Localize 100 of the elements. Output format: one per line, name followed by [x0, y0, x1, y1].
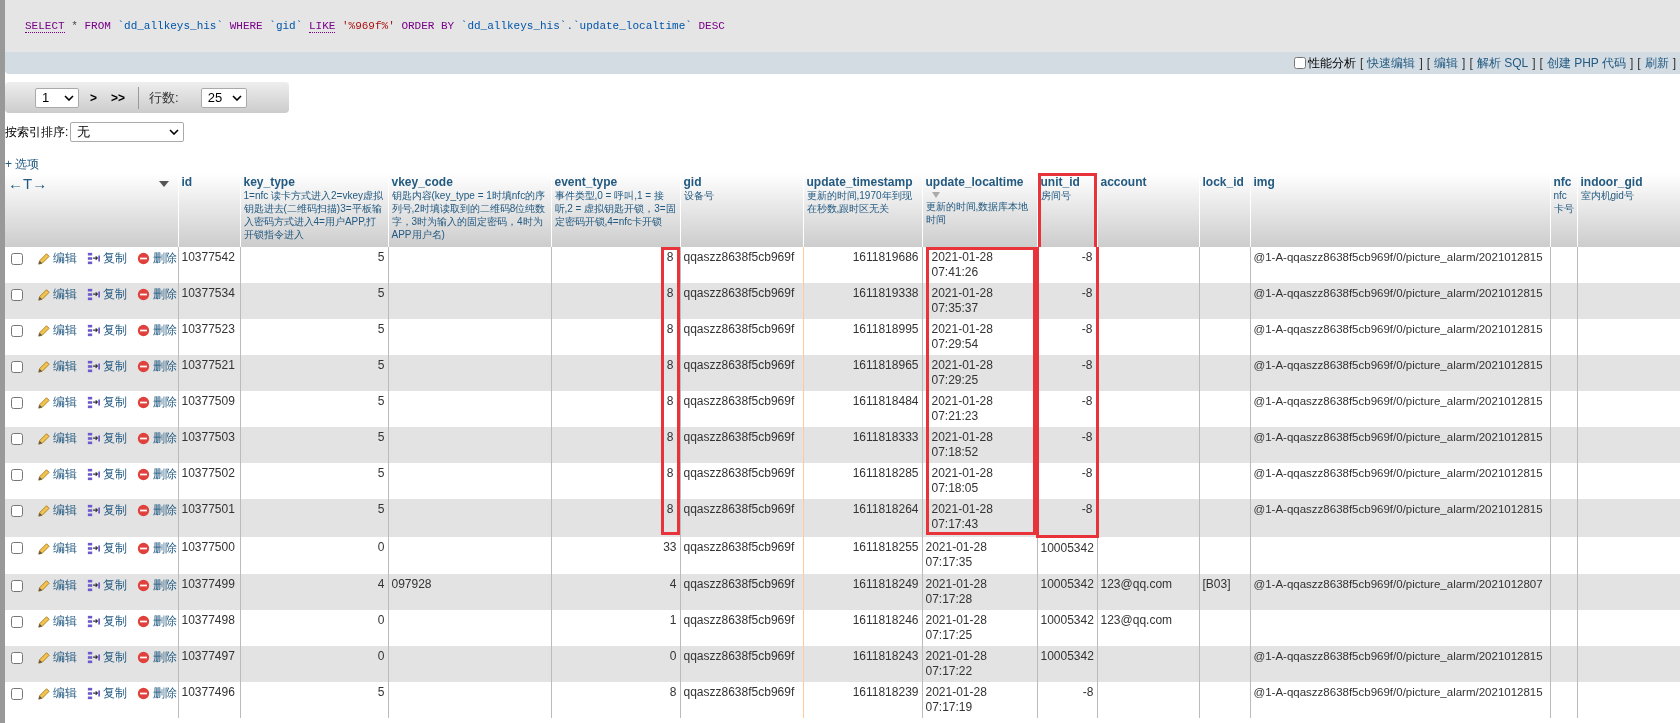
table-cell: @1-A-qqaszz8638f5cb969f/0/picture_alarm/2021012815	[1253, 467, 1543, 479]
edit-button[interactable]: 编辑	[37, 466, 77, 483]
bracket-text: [	[1426, 56, 1431, 70]
toolbar-link[interactable]: 解析 SQL	[1476, 54, 1529, 72]
copy-button[interactable]: 复制	[87, 685, 127, 702]
column-title[interactable]: update_timestamp	[806, 175, 913, 189]
column-title[interactable]: vkey_code	[391, 175, 453, 189]
table-cell: 5	[377, 358, 385, 372]
edit-button[interactable]: 编辑	[37, 394, 77, 411]
delete-button[interactable]: 删除	[137, 322, 177, 339]
copy-button[interactable]: 复制	[87, 286, 127, 303]
edit-button[interactable]: 编辑	[37, 286, 77, 303]
row-checkbox[interactable]	[11, 324, 23, 337]
delete-button[interactable]: 删除	[137, 466, 177, 483]
delete-button[interactable]: 删除	[137, 539, 177, 557]
table-cell: 1611818255	[852, 539, 919, 554]
toolbar-link[interactable]: 刷新	[1644, 54, 1669, 72]
copy-button[interactable]: 复制	[87, 358, 127, 375]
row-checkbox[interactable]	[11, 288, 23, 301]
edit-button[interactable]: 编辑	[37, 649, 77, 666]
table-cell: 1611818249	[852, 577, 919, 591]
column-arrows[interactable]: ←T→	[8, 175, 48, 192]
bracket-text: ]	[1532, 56, 1536, 70]
page-select[interactable]: 1	[35, 87, 79, 108]
row-checkbox[interactable]	[11, 504, 23, 517]
copy-button[interactable]: 复制	[87, 577, 127, 594]
column-title[interactable]: update_localtime	[925, 175, 1024, 189]
delete-button[interactable]: 删除	[137, 685, 177, 702]
column-title[interactable]: account	[1100, 175, 1147, 189]
row-checkbox[interactable]	[11, 651, 23, 664]
table-cell: @1-A-qqaszz8638f5cb969f/0/picture_alarm/2021012807	[1253, 578, 1543, 590]
delete-button[interactable]: 删除	[137, 430, 177, 447]
last-page-button[interactable]: >>	[108, 90, 129, 105]
column-title[interactable]: event_type	[554, 175, 618, 189]
copy-button[interactable]: 复制	[87, 250, 127, 267]
delete-button[interactable]: 删除	[137, 613, 177, 630]
edit-button[interactable]: 编辑	[37, 322, 77, 339]
bracket-text: ]	[1629, 56, 1634, 70]
delete-button[interactable]: 删除	[137, 358, 177, 375]
row-checkbox[interactable]	[11, 468, 23, 481]
copy-button[interactable]: 复制	[87, 466, 127, 483]
table-cell: 5	[377, 502, 385, 516]
toolbar-link[interactable]: 创建 PHP 代码	[1546, 54, 1626, 72]
table-cell: -8	[1081, 466, 1093, 480]
column-title[interactable]: lock_id	[1202, 175, 1244, 189]
edit-button[interactable]: 编辑	[37, 502, 77, 519]
edit-button[interactable]: 编辑	[37, 577, 77, 594]
copy-button[interactable]: 复制	[87, 394, 127, 411]
row-checkbox[interactable]	[11, 360, 23, 373]
row-checkbox[interactable]	[11, 396, 23, 409]
table-cell: [B03]	[1202, 577, 1231, 591]
copy-rows-icon	[87, 288, 100, 301]
column-title[interactable]: nfc	[1553, 175, 1572, 189]
column-title[interactable]: img	[1253, 175, 1275, 189]
column-title[interactable]: gid	[683, 175, 702, 189]
sort-select[interactable]: 无	[70, 122, 185, 142]
table-cell: 5	[377, 286, 385, 300]
row-checkbox[interactable]	[11, 432, 23, 445]
row-checkbox[interactable]	[11, 687, 23, 700]
column-title[interactable]: key_type	[243, 175, 295, 189]
copy-button[interactable]: 复制	[87, 613, 127, 630]
rows-select[interactable]: 25	[200, 87, 247, 108]
copy-button[interactable]: 复制	[87, 430, 127, 447]
edit-button[interactable]: 编辑	[37, 613, 77, 630]
edit-button[interactable]: 编辑	[37, 358, 77, 375]
row-checkbox[interactable]	[11, 579, 23, 592]
table-cell: 0	[669, 649, 677, 663]
row-checkbox[interactable]	[11, 252, 23, 265]
delete-icon	[137, 541, 150, 555]
delete-button[interactable]: 删除	[137, 502, 177, 519]
toolbar-link[interactable]: 快速编辑	[1367, 54, 1416, 72]
delete-button[interactable]: 删除	[137, 250, 177, 267]
edit-button[interactable]: 编辑	[37, 250, 77, 267]
checkbox-label[interactable]: 性能分析	[1308, 54, 1357, 72]
column-title[interactable]: id	[181, 175, 193, 189]
copy-button[interactable]: 复制	[87, 502, 127, 519]
table-cell: 2021-01-28 07:29:25	[931, 358, 993, 387]
edit-button[interactable]: 编辑	[37, 430, 77, 447]
pencil-icon	[37, 579, 50, 592]
copy-button[interactable]: 复制	[87, 539, 127, 557]
table-cell: 33	[663, 539, 677, 554]
delete-button[interactable]: 删除	[137, 649, 177, 666]
next-page-button[interactable]: >	[87, 90, 100, 105]
edit-button[interactable]: 编辑	[37, 539, 77, 557]
column-title[interactable]: unit_id	[1040, 175, 1080, 189]
delete-button[interactable]: 删除	[137, 286, 177, 303]
row-checkbox[interactable]	[11, 542, 23, 554]
column-title[interactable]: indoor_gid	[1580, 175, 1643, 189]
pencil-icon	[37, 687, 50, 700]
delete-button[interactable]: 删除	[137, 577, 177, 594]
checkbox[interactable]	[1294, 57, 1307, 69]
table-cell: 10005342	[1040, 613, 1094, 627]
copy-button[interactable]: 复制	[87, 649, 127, 666]
row-checkbox[interactable]	[11, 615, 23, 628]
options-link[interactable]: + 选项	[5, 156, 40, 173]
toolbar-link[interactable]: 编辑	[1434, 54, 1459, 72]
copy-button[interactable]: 复制	[87, 322, 127, 339]
table-cell: 123@qq.com	[1100, 577, 1173, 591]
delete-button[interactable]: 删除	[137, 394, 177, 411]
edit-button[interactable]: 编辑	[37, 685, 77, 702]
